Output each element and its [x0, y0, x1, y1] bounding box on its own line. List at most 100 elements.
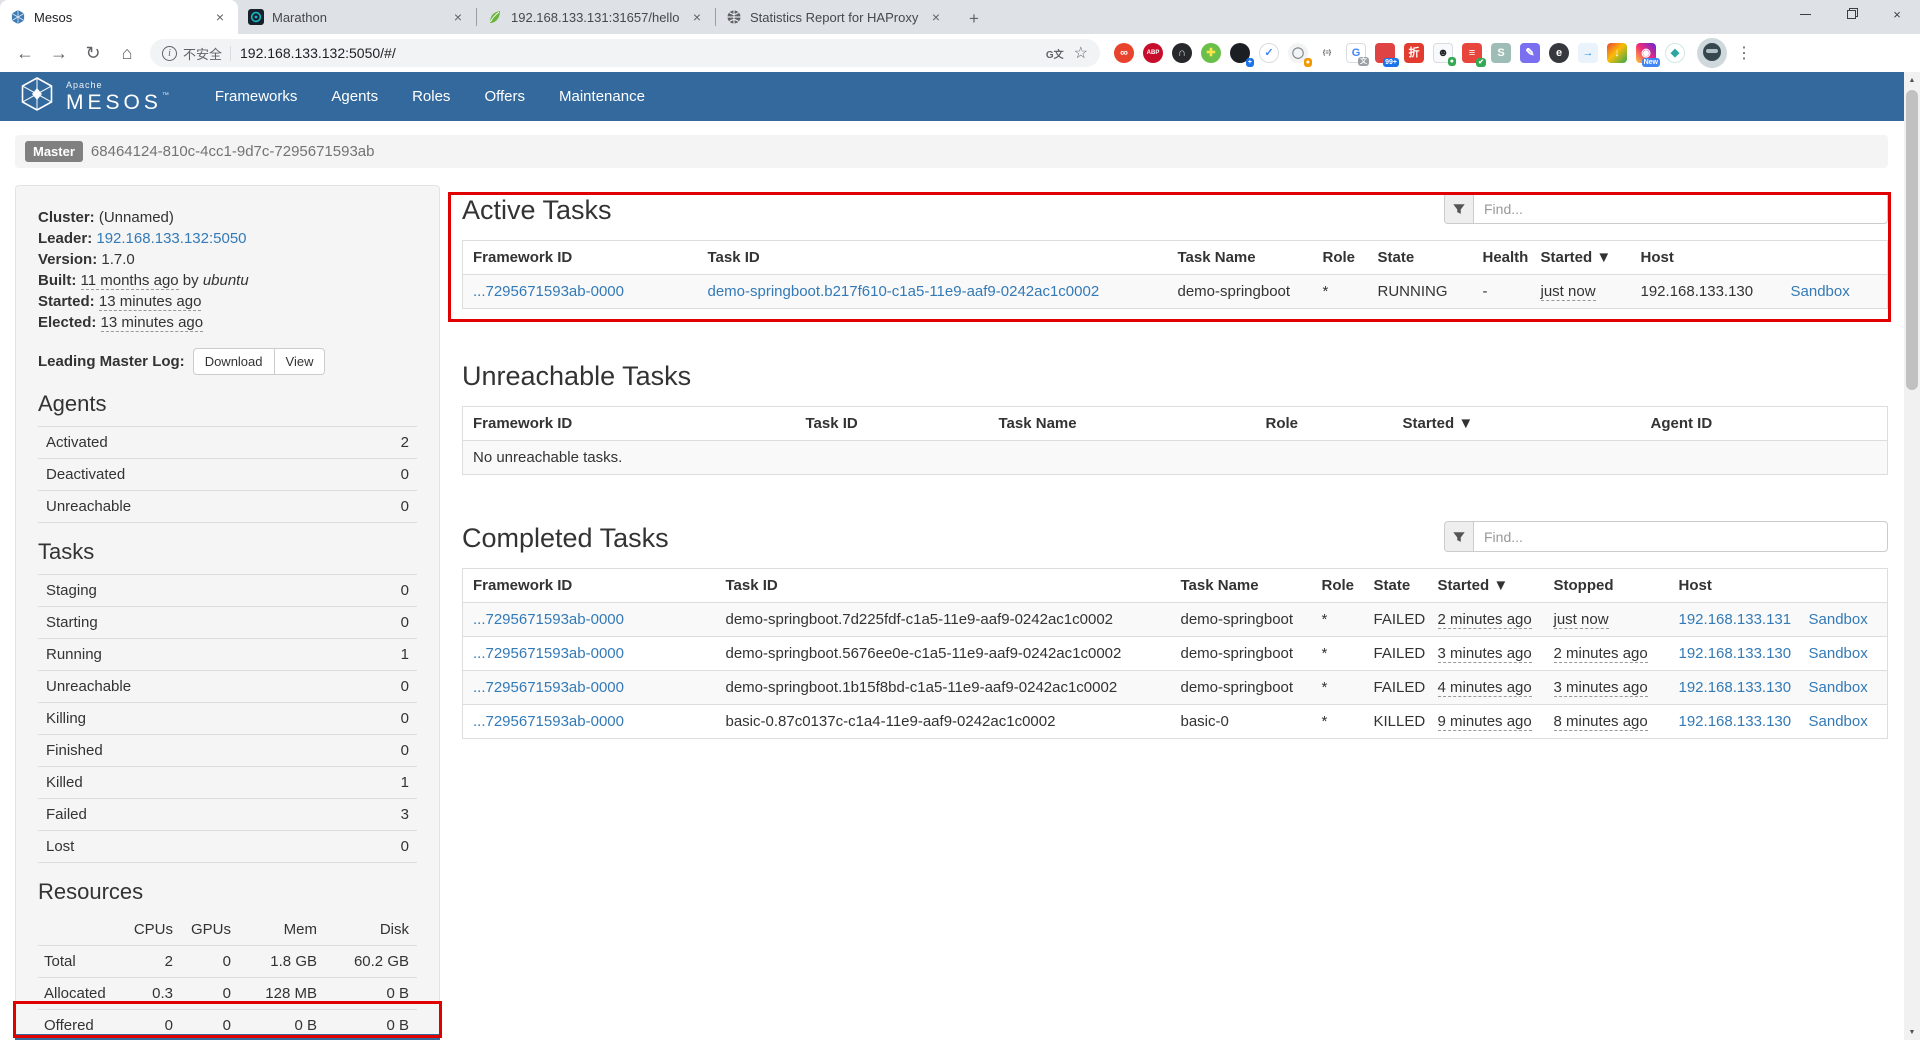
close-window-button[interactable]: × [1874, 0, 1920, 28]
json-braces-icon[interactable]: {≡} [1317, 43, 1337, 63]
nav-roles[interactable]: Roles [412, 88, 450, 105]
adblock-plus-icon[interactable]: ABP [1143, 43, 1163, 63]
camera-new-icon[interactable]: ◉New [1636, 43, 1656, 63]
completed-find-input[interactable] [1474, 521, 1888, 552]
leader-link[interactable]: 192.168.133.132:5050 [96, 230, 246, 247]
nav-agents[interactable]: Agents [331, 88, 378, 105]
contact-person-icon[interactable]: ☻● [1433, 43, 1453, 63]
info-icon[interactable]: i [162, 46, 177, 61]
col-task-id[interactable]: Task ID [796, 407, 989, 441]
scrollbar-thumb[interactable] [1906, 90, 1918, 390]
new-tab-button[interactable]: + [960, 5, 988, 33]
tab-marathon[interactable]: Marathon × [238, 0, 476, 34]
nav-frameworks[interactable]: Frameworks [215, 88, 298, 105]
sandbox-link[interactable]: Sandbox [1809, 611, 1868, 628]
active-find-input[interactable] [1474, 193, 1888, 224]
host-link[interactable]: 192.168.133.130 [1679, 713, 1792, 730]
letter-e-icon[interactable]: e [1549, 43, 1569, 63]
infinity-extension-icon[interactable]: ∞ [1114, 43, 1134, 63]
loop-ring-icon[interactable]: ◯● [1288, 43, 1308, 63]
scroll-up-icon[interactable]: ▲ [1904, 72, 1920, 88]
nav-offers[interactable]: Offers [484, 88, 525, 105]
red-notes-icon[interactable]: ≡✔ [1462, 43, 1482, 63]
sandbox-link[interactable]: Sandbox [1809, 679, 1868, 696]
nav-maintenance[interactable]: Maintenance [559, 88, 645, 105]
framework-id-link[interactable]: ...7295671593ab-0000 [473, 679, 624, 696]
col-stopped[interactable]: Stopped [1544, 569, 1669, 603]
col-started[interactable]: Started ▼ [1531, 241, 1631, 275]
scroll-down-icon[interactable]: ▼ [1904, 1024, 1920, 1040]
col-host[interactable]: Host [1669, 569, 1799, 603]
mesos-brand[interactable]: Apache MESOS™ [18, 75, 169, 118]
tick-check-icon[interactable]: ✓ [1259, 43, 1279, 63]
tab-close-icon[interactable]: × [212, 9, 228, 25]
col-task-name[interactable]: Task Name [1168, 241, 1313, 275]
reload-icon[interactable]: ↻ [76, 36, 110, 70]
back-icon[interactable]: ← [8, 36, 42, 70]
framework-id-link[interactable]: ...7295671593ab-0000 [473, 713, 624, 730]
scrollbar[interactable]: ▲ ▼ [1904, 72, 1920, 1040]
address-bar[interactable]: i 不安全 192.168.133.132:5050/#/ G文 ☆ [150, 39, 1100, 67]
col-framework-id[interactable]: Framework ID [463, 569, 716, 603]
doc-pencil-icon[interactable]: ✎ [1520, 43, 1540, 63]
tab-close-icon[interactable]: × [928, 9, 944, 25]
coupon-zhe-icon[interactable]: 折 [1404, 43, 1424, 63]
mesos-navbar: Apache MESOS™ Frameworks Agents Roles Of… [0, 72, 1920, 121]
browser-menu-icon[interactable]: ⋮ [1731, 43, 1757, 63]
list-item: Unreachable0 [38, 490, 417, 523]
translate-icon[interactable]: G文 [1046, 46, 1064, 61]
col-task-id[interactable]: Task ID [698, 241, 1168, 275]
download-log-button[interactable]: Download [193, 348, 275, 375]
framework-id-link[interactable]: ...7295671593ab-0000 [473, 611, 624, 628]
notifier-99-icon[interactable]: 99+ [1375, 43, 1395, 63]
host-link[interactable]: 192.168.133.130 [1679, 679, 1792, 696]
framework-id-link[interactable]: ...7295671593ab-0000 [473, 283, 624, 300]
letter-s-icon[interactable]: S [1491, 43, 1511, 63]
green-coin-icon[interactable]: ✚ [1201, 43, 1221, 63]
tab-title: Marathon [272, 10, 442, 25]
col-started[interactable]: Started ▼ [1393, 407, 1641, 441]
col-role[interactable]: Role [1256, 407, 1393, 441]
tab-close-icon[interactable]: × [689, 9, 705, 25]
restore-button[interactable] [1828, 0, 1874, 28]
forward-icon[interactable]: → [42, 36, 76, 70]
tab-haproxy[interactable]: Statistics Report for HAProxy × [716, 0, 954, 34]
task-id-link[interactable]: demo-springboot.b217f610-c1a5-11e9-aaf9-… [708, 283, 1100, 300]
host-link[interactable]: 192.168.133.130 [1679, 645, 1792, 662]
filter-funnel-icon[interactable] [1444, 193, 1474, 224]
col-state[interactable]: State [1364, 569, 1428, 603]
chrome-download-icon[interactable]: ↓ [1607, 43, 1627, 63]
minimize-button[interactable] [1782, 0, 1828, 28]
col-state[interactable]: State [1368, 241, 1473, 275]
tab-close-icon[interactable]: × [450, 9, 466, 25]
translate-extension-icon[interactable]: G文 [1346, 43, 1366, 63]
col-agent-id[interactable]: Agent ID [1641, 407, 1888, 441]
col-role[interactable]: Role [1313, 241, 1368, 275]
col-task-name[interactable]: Task Name [989, 407, 1256, 441]
col-host[interactable]: Host [1631, 241, 1781, 275]
share-pages-icon[interactable]: → [1578, 43, 1598, 63]
home-icon[interactable]: ⌂ [110, 36, 144, 70]
headset-icon[interactable]: ∩ [1172, 43, 1192, 63]
tab-mesos[interactable]: Mesos × [0, 0, 238, 34]
host-link[interactable]: 192.168.133.131 [1679, 611, 1792, 628]
col-role[interactable]: Role [1312, 569, 1364, 603]
col-task-id[interactable]: Task ID [716, 569, 1171, 603]
col-framework-id[interactable]: Framework ID [463, 241, 698, 275]
col-task-name[interactable]: Task Name [1171, 569, 1312, 603]
tab-hello[interactable]: 192.168.133.131:31657/hello w × [477, 0, 715, 34]
col-started[interactable]: Started ▼ [1428, 569, 1544, 603]
framework-id-link[interactable]: ...7295671593ab-0000 [473, 645, 624, 662]
profile-avatar[interactable] [1697, 38, 1727, 68]
view-log-button[interactable]: View [275, 348, 326, 375]
col-framework-id[interactable]: Framework ID [463, 407, 796, 441]
col-health[interactable]: Health [1473, 241, 1531, 275]
bookmark-star-icon[interactable]: ☆ [1074, 43, 1088, 63]
url-text[interactable]: 192.168.133.132:5050/#/ [240, 45, 1046, 61]
sandbox-link[interactable]: Sandbox [1809, 713, 1868, 730]
honeycomb-icon[interactable]: ◆ [1665, 43, 1685, 63]
sandbox-link[interactable]: Sandbox [1809, 645, 1868, 662]
octocat-icon[interactable]: + [1230, 43, 1250, 63]
sandbox-link[interactable]: Sandbox [1791, 283, 1850, 300]
filter-funnel-icon[interactable] [1444, 521, 1474, 552]
